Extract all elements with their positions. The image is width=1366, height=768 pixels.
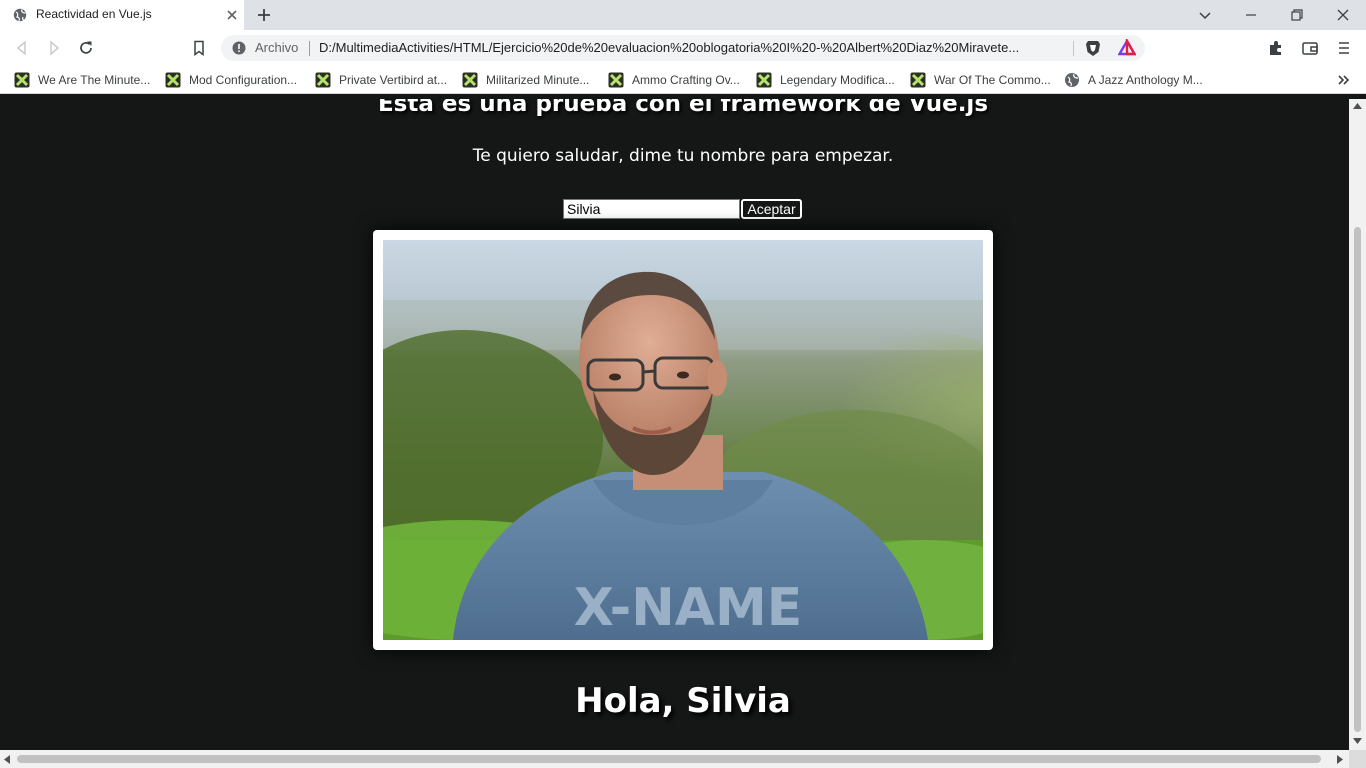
scrollbar-corner [1349,750,1366,768]
scroll-left-arrow-icon[interactable] [4,755,10,764]
page-viewport: Esta es una prueba con el framework de V… [0,99,1349,750]
bookmark-label: Militarized Minute... [486,73,590,87]
wallet-icon[interactable] [1301,39,1319,57]
xcom-icon [165,72,181,88]
bookmark-label: Mod Configuration... [189,73,298,87]
profile-photo: X-NAME [383,240,983,640]
bookmark-item[interactable]: War Of The Commo... [910,71,1051,89]
bookmark-item[interactable]: Legendary Modifica... [756,71,895,89]
bookmark-item[interactable]: A Jazz Anthology M... [1064,71,1203,89]
horizontal-scroll-thumb[interactable] [17,755,1321,763]
brave-rewards-icon[interactable] [1118,39,1136,57]
scroll-down-arrow-icon[interactable] [1353,738,1362,744]
xcom-icon [910,72,926,88]
close-tab-icon[interactable] [224,7,240,23]
bookmark-label: A Jazz Anthology M... [1088,73,1203,87]
globe-icon [13,8,27,22]
tab-search-chevron-icon[interactable] [1195,5,1215,25]
url-text[interactable]: D:/MultimediaActivities/HTML/Ejercicio%2… [319,40,1067,55]
bookmark-label: We Are The Minute... [38,73,151,87]
brave-shields-icon[interactable] [1084,39,1102,57]
bookmark-item[interactable]: We Are The Minute... [14,71,150,89]
tab-title: Reactividad en Vue.js [36,7,152,21]
bookmark-icon[interactable] [190,39,208,57]
name-prompt: Te quiero saludar, dime tu nombre para e… [472,146,894,166]
omnibox-divider-right [1073,41,1074,56]
minimize-icon[interactable] [1241,5,1261,25]
vertical-scrollbar[interactable] [1349,99,1366,750]
bookmark-item[interactable]: Ammo Crafting Ov... [608,71,740,89]
name-input[interactable] [563,199,740,219]
bookmarks-bar: We Are The Minute... Mod Configuration..… [0,66,1366,94]
xcom-icon [608,72,624,88]
bookmark-item[interactable]: Mod Configuration... [165,71,297,89]
greeting-heading: Hola, Silvia [575,681,791,721]
bookmark-item[interactable]: Militarized Minute... [462,71,589,89]
xcom-icon [756,72,772,88]
extensions-icon[interactable] [1267,39,1285,57]
forward-icon[interactable] [45,39,63,57]
browser-toolbar: Archivo D:/MultimediaActivities/HTML/Eje… [0,30,1366,66]
reload-icon[interactable] [77,39,95,57]
accept-button[interactable]: Aceptar [741,199,802,219]
bookmark-label: War Of The Commo... [934,73,1051,87]
security-label: Archivo [255,40,299,55]
globe-icon [1065,73,1079,87]
bookmark-label: Private Vertibird at... [339,73,448,87]
xcom-icon [14,72,30,88]
back-icon[interactable] [13,39,31,57]
hoodie-text: X-NAME [574,578,802,638]
address-bar[interactable]: Archivo D:/MultimediaActivities/HTML/Eje… [221,35,1145,61]
photo-frame: X-NAME [373,230,993,650]
bookmark-label: Legendary Modifica... [780,73,895,87]
xcom-icon [315,72,331,88]
scroll-up-arrow-icon[interactable] [1353,103,1362,109]
bookmark-item[interactable]: Private Vertibird at... [315,71,447,89]
close-window-icon[interactable] [1333,5,1353,25]
tab-strip: Reactividad en Vue.js [0,0,1366,30]
browser-tab[interactable]: Reactividad en Vue.js [0,0,244,30]
xcom-icon [462,72,478,88]
menu-icon[interactable] [1335,39,1353,57]
profile-photo-illustration: X-NAME [383,240,983,640]
omnibox-divider [309,41,310,56]
info-icon[interactable] [232,41,246,55]
new-tab-icon[interactable] [256,7,272,23]
vertical-scroll-thumb[interactable] [1354,227,1361,732]
bookmark-label: Ammo Crafting Ov... [632,73,740,87]
scroll-right-arrow-icon[interactable] [1337,755,1343,764]
horizontal-scrollbar[interactable] [0,750,1349,768]
more-bookmarks-icon[interactable] [1335,72,1351,88]
page-title: Esta es una prueba con el framework de V… [377,99,989,117]
restore-icon[interactable] [1287,5,1307,25]
